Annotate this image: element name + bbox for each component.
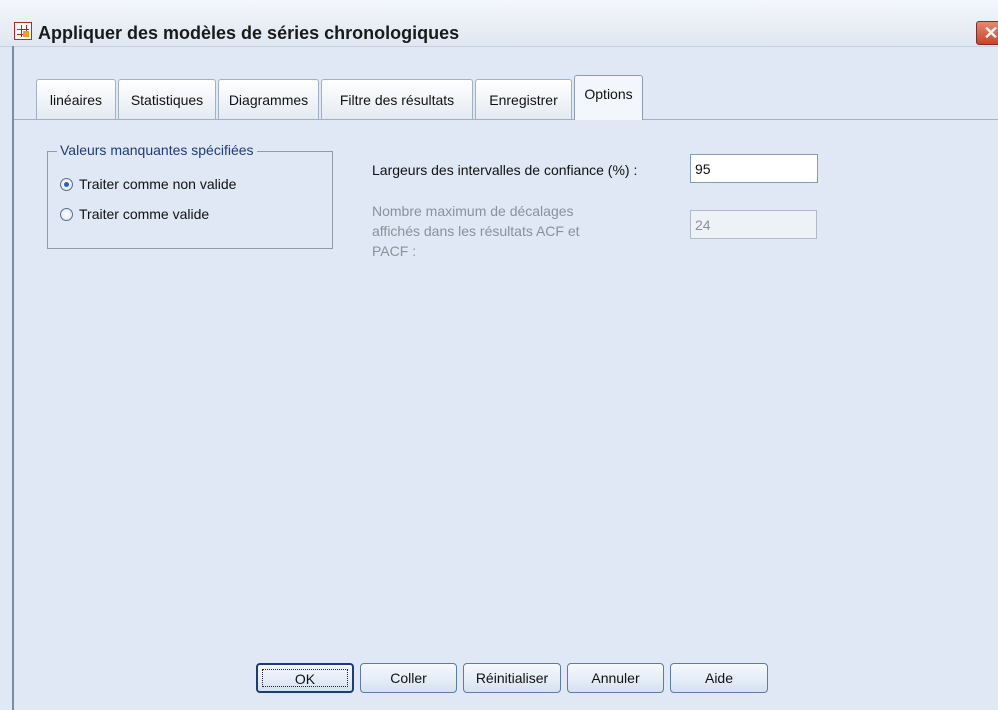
paste-button[interactable]: Coller <box>360 663 457 693</box>
max-lags-label-line-3: PACF : <box>372 243 417 259</box>
focus-ring <box>262 669 348 687</box>
spreadsheet-app-icon <box>14 22 32 40</box>
radio-treat-invalid-label: Traiter comme non valide <box>79 176 237 192</box>
help-button[interactable]: Aide <box>670 663 768 693</box>
cancel-button[interactable]: Annuler <box>567 663 664 693</box>
window-title: Appliquer des modèles de séries chronolo… <box>38 23 460 43</box>
title-bar: Appliquer des modèles de séries chronolo… <box>0 0 998 47</box>
radio-treat-invalid[interactable]: Traiter comme non valide <box>60 174 236 194</box>
reset-button[interactable]: Réinitialiser <box>463 663 561 693</box>
tab-diagrammes[interactable]: Diagrammes <box>218 79 319 119</box>
tab-statistiques[interactable]: Statistiques <box>118 79 216 119</box>
confidence-width-input[interactable] <box>690 154 818 183</box>
tab-filtre-des-resultats[interactable]: Filtre des résultats <box>321 79 473 119</box>
max-lags-label-line-1: Nombre maximum de décalages <box>372 203 574 219</box>
tab-lineaires[interactable]: linéaires <box>36 79 116 119</box>
radio-treat-valid[interactable]: Traiter comme valide <box>60 204 209 224</box>
window-left-border <box>12 46 14 710</box>
radio-button-unselected[interactable] <box>60 207 73 221</box>
tab-panel-border <box>14 119 998 120</box>
missing-values-group-title: Valeurs manquantes spécifiées <box>57 142 257 158</box>
tab-enregistrer[interactable]: Enregistrer <box>475 79 572 119</box>
confidence-width-label: Largeurs des intervalles de confiance (%… <box>372 162 638 178</box>
close-button[interactable]: ✕ <box>976 21 998 45</box>
tab-options[interactable]: Options <box>574 75 643 120</box>
radio-button-selected[interactable] <box>60 177 73 191</box>
missing-values-group <box>47 151 333 249</box>
radio-treat-valid-label: Traiter comme valide <box>79 206 210 222</box>
ok-button[interactable]: OK <box>256 663 354 693</box>
max-lags-input <box>690 210 817 239</box>
max-lags-label-line-2: affichés dans les résultats ACF et <box>372 223 580 239</box>
